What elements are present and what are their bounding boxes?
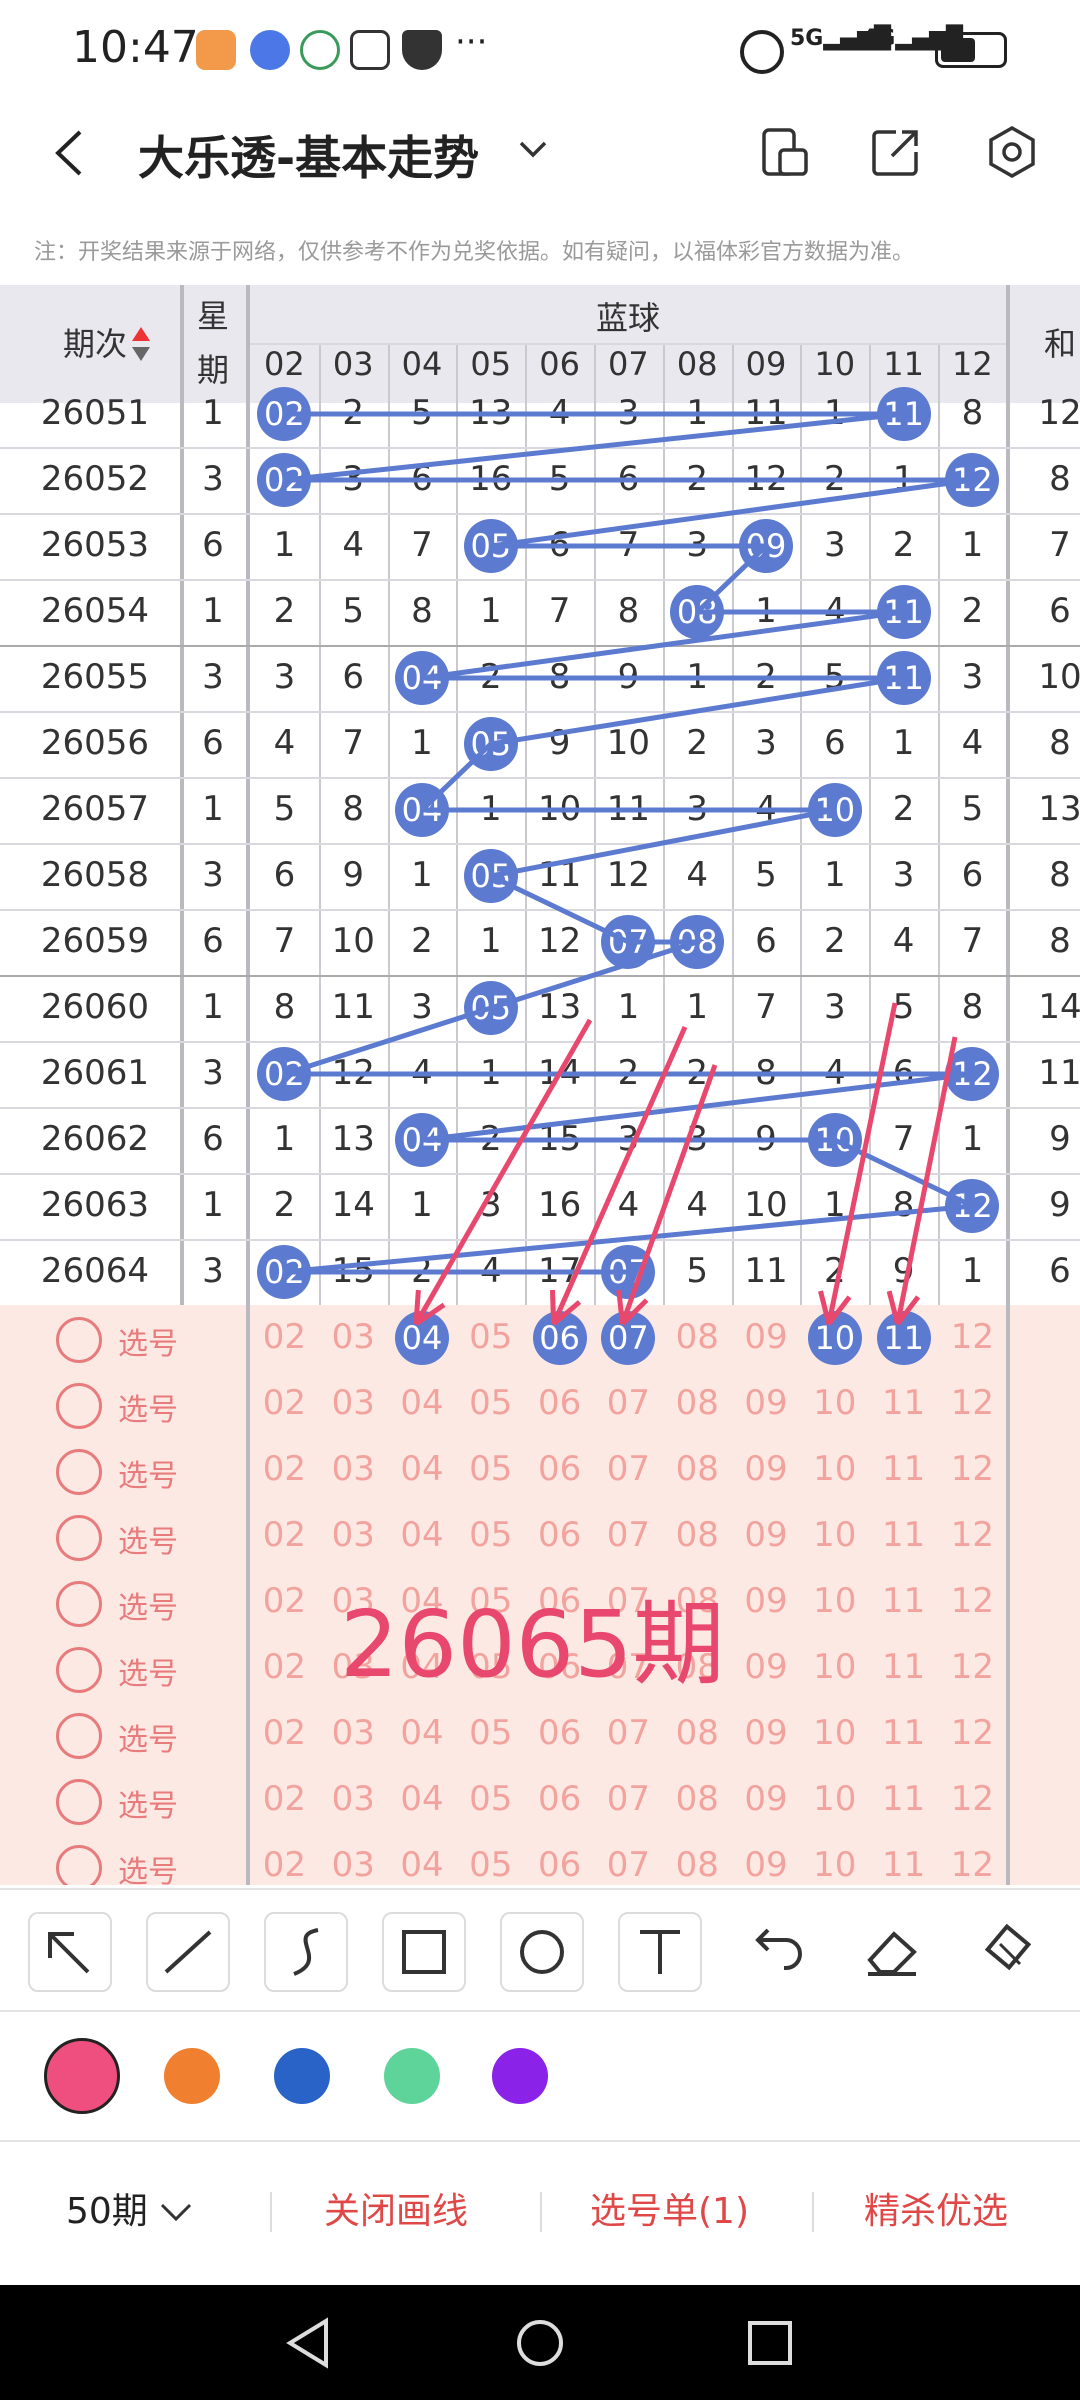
annotation-arrowhead (413, 1289, 421, 1325)
trend-line (284, 411, 904, 483)
nav-home-icon[interactable] (512, 2315, 568, 2371)
rectangle-tool-icon (402, 1930, 446, 1974)
battery-icon (935, 32, 1007, 68)
line-tool-icon (164, 1930, 212, 1974)
divider (540, 2192, 542, 2232)
trend-line (421, 609, 904, 681)
annotation-arrow (620, 1064, 718, 1325)
trend-line (420, 742, 493, 812)
color-swatch[interactable] (44, 2038, 120, 2114)
color-swatch[interactable] (164, 2048, 220, 2104)
chevron-down-icon (161, 2203, 192, 2222)
curve-tool-icon (293, 1928, 319, 1976)
clear-icon (984, 1923, 1032, 1971)
undo-button[interactable] (738, 1912, 818, 1988)
share-button[interactable] (868, 124, 924, 180)
trend-line (284, 1203, 973, 1275)
rectangle-tool-button[interactable] (382, 1912, 466, 1992)
trend-line (490, 807, 836, 879)
close-draw-button[interactable]: 关闭画线 (324, 2182, 468, 2234)
planet-icon (250, 30, 290, 70)
phone-view-icon (762, 128, 808, 176)
annotation-arrowhead (886, 1290, 901, 1325)
trend-line (421, 1071, 973, 1143)
eraser-button[interactable] (852, 1912, 932, 1988)
system-nav-bar (0, 2285, 1080, 2400)
circle-tool-button[interactable] (500, 1912, 584, 1992)
annotation-arrow (413, 1018, 593, 1326)
share-icon (872, 130, 918, 176)
settings-button[interactable] (984, 124, 1040, 180)
alarm-icon (740, 30, 784, 74)
clear-button[interactable] (970, 1912, 1050, 1988)
chevron-down-icon (519, 141, 547, 158)
trend-line (490, 939, 698, 1011)
trend-line (695, 544, 768, 614)
trend-line (283, 1005, 492, 1077)
arrow-tool-button[interactable] (28, 1912, 112, 1992)
divider (812, 2192, 814, 2232)
divider (270, 2192, 272, 2232)
notification-app-icon (196, 30, 236, 70)
color-swatch[interactable] (384, 2048, 440, 2104)
money-icon (300, 30, 340, 70)
arrow-tool-icon (48, 1932, 90, 1974)
nav-recents-icon[interactable] (744, 2317, 796, 2369)
period-label: 50期 (66, 2191, 148, 2232)
drawing-layer[interactable] (0, 285, 1080, 1885)
color-swatch[interactable] (492, 2048, 548, 2104)
back-button[interactable] (50, 128, 90, 178)
trend-line (490, 477, 973, 549)
line-tool-button[interactable] (146, 1912, 230, 1992)
status-bar: 10:47 ··· 5G▂▄▆█ 4G▂▄▆█ (0, 0, 1080, 100)
annotation-arrowhead (818, 1290, 832, 1325)
hand-icon (350, 30, 390, 70)
nav-back-icon[interactable] (282, 2315, 338, 2371)
status-time: 10:47 (72, 22, 199, 73)
text-tool-button[interactable] (618, 1912, 702, 1992)
annotation-arrowhead (616, 1289, 625, 1325)
period-selector[interactable]: 50期 (66, 2182, 193, 2234)
eraser-icon (867, 1931, 917, 1976)
text-tool-icon (640, 1930, 680, 1974)
undo-icon (755, 1928, 802, 1970)
smart-pick-button[interactable]: 精杀优选 (864, 2182, 1008, 2234)
trend-line (490, 675, 904, 747)
chevron-left-icon (55, 130, 82, 176)
curve-tool-button[interactable] (264, 1912, 348, 1992)
page-title[interactable]: 大乐透-基本走势 (138, 122, 479, 188)
color-swatch[interactable] (274, 2048, 330, 2104)
circle-tool-icon (520, 1930, 564, 1974)
trend-line (489, 873, 630, 945)
shield-icon (402, 30, 442, 70)
settings-icon (989, 125, 1035, 179)
title-dropdown[interactable] (518, 132, 548, 172)
phone-view-button[interactable] (758, 124, 814, 180)
disclaimer-notice: 注：开奖结果来源于网络，仅供参考不作为兑奖依据。如有疑问，以福体彩官方数据为准。 (34, 240, 915, 265)
annotation-arrowhead (549, 1289, 557, 1325)
pick-list-button[interactable]: 选号单(1) (590, 2182, 749, 2234)
more-icon: ··· (455, 22, 488, 62)
